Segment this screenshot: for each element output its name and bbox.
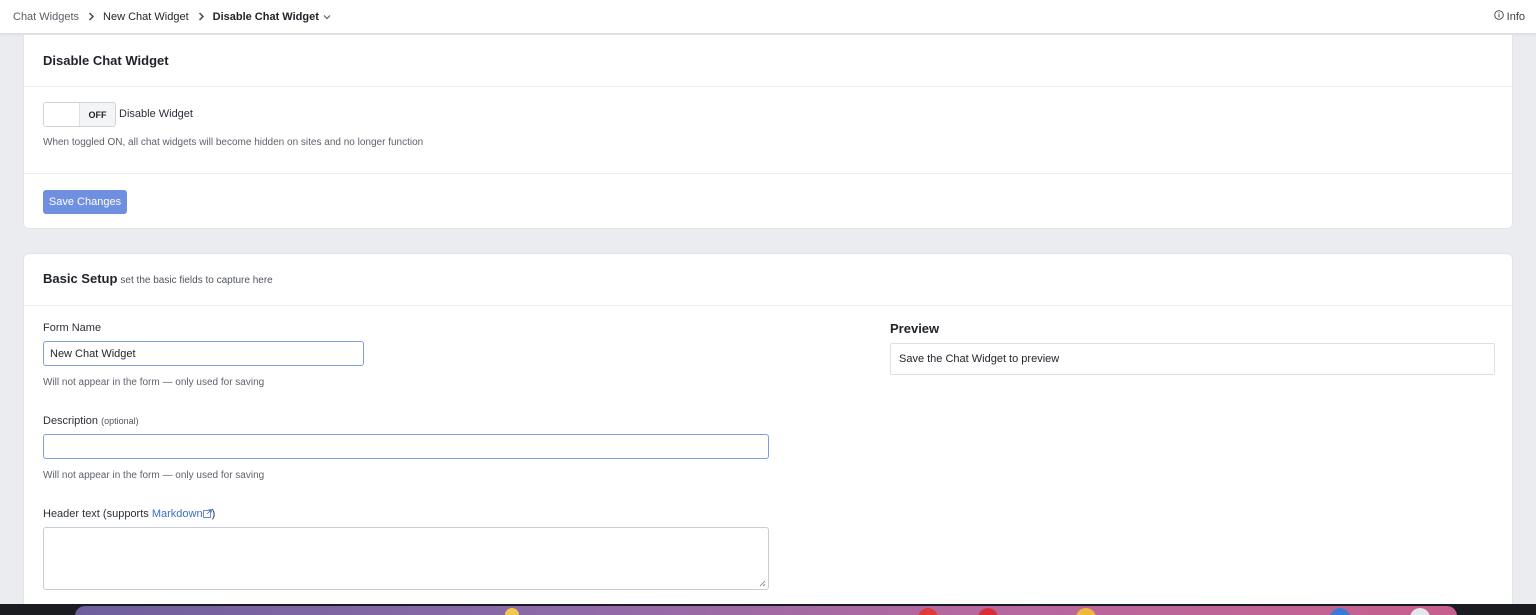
info-button[interactable]: Info (1493, 10, 1525, 23)
basic-setup-card: Basic Setup set the basic fields to captu… (23, 253, 1513, 613)
disable-widget-toggle[interactable]: OFF (43, 102, 116, 127)
divider (24, 305, 1512, 306)
basic-setup-subtitle: set the basic fields to capture here (120, 275, 273, 286)
form-name-help: Will not appear in the form — only used … (43, 377, 265, 388)
disable-widget-help: When toggled ON, all chat widgets will b… (43, 137, 424, 148)
dock-app-icon[interactable] (505, 608, 519, 615)
header-text-textarea[interactable] (43, 527, 769, 590)
save-changes-button[interactable]: Save Changes (43, 190, 127, 214)
top-bar: Chat Widgets New Chat Widget Disable Cha… (0, 0, 1536, 34)
breadcrumb-disable-chat-widget[interactable]: Disable Chat Widget (213, 11, 319, 23)
divider (24, 173, 1512, 174)
description-label: Description (optional) (43, 415, 139, 427)
header-text-label: Header text (supports Markdown) (43, 508, 215, 521)
description-help: Will not appear in the form — only used … (43, 470, 265, 481)
dock (75, 606, 1457, 615)
breadcrumb-new-chat-widget[interactable]: New Chat Widget (103, 11, 189, 23)
resize-handle-icon[interactable] (759, 580, 766, 587)
header-text-label-suffix: ) (211, 508, 216, 520)
preview-box: Save the Chat Widget to preview (890, 343, 1495, 375)
description-input[interactable] (43, 434, 769, 459)
chevron-right-icon (88, 12, 95, 21)
preview-title: Preview (890, 321, 940, 336)
description-optional-tag: (optional) (101, 416, 139, 426)
form-name-input[interactable] (43, 341, 364, 366)
basic-setup-title: Basic Setup (43, 271, 118, 286)
toggle-state-label: OFF (80, 103, 115, 126)
toggle-knob (44, 103, 80, 126)
breadcrumb-chat-widgets[interactable]: Chat Widgets (13, 11, 79, 23)
disable-card-title: Disable Chat Widget (43, 53, 169, 68)
chevron-down-icon[interactable] (323, 14, 331, 20)
disable-widget-label: Disable Widget (119, 108, 193, 120)
header-text-label-prefix: Header text (supports (43, 508, 152, 520)
form-name-label: Form Name (43, 322, 102, 334)
info-label: Info (1506, 10, 1525, 23)
disable-widget-card: Disable Chat Widget OFF Disable Widget W… (23, 34, 1513, 229)
divider (24, 86, 1512, 87)
chevron-right-icon (198, 12, 205, 21)
basic-setup-heading: Basic Setup set the basic fields to captu… (43, 271, 273, 286)
description-label-text: Description (43, 415, 99, 427)
info-icon (1493, 10, 1504, 23)
external-link-icon (202, 509, 212, 521)
markdown-link[interactable]: Markdown (152, 508, 203, 520)
